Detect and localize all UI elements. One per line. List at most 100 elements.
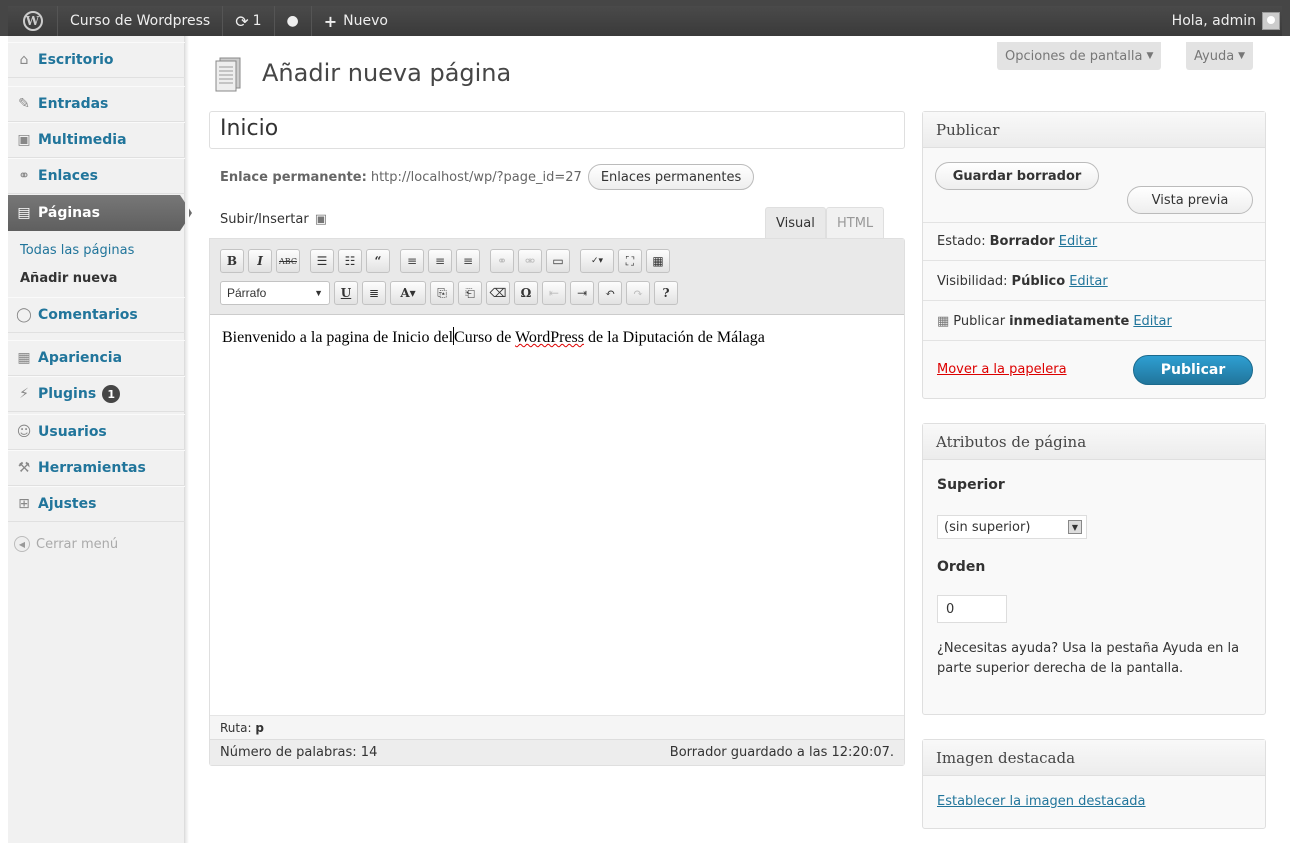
wordpress-logo-button[interactable]: W <box>8 6 58 36</box>
parent-label: Superior <box>937 477 1005 493</box>
sidebar-item-ajustes[interactable]: ⊞ Ajustes <box>8 486 185 522</box>
screen-options-button[interactable]: Opciones de pantalla ▼ <box>997 42 1162 70</box>
tab-visual[interactable]: Visual <box>765 207 826 239</box>
sidebar-item-paginas[interactable]: ▤ Páginas <box>8 195 192 231</box>
editor-content[interactable]: Bienvenido a la pagina de Inicio delCurs… <box>222 327 765 347</box>
sidebar-item-herramientas[interactable]: ⚒ Herramientas <box>8 450 185 486</box>
word-count: Número de palabras: 14 <box>220 745 378 760</box>
sidebar-item-label: Apariencia <box>38 350 123 366</box>
sidebar-item-entradas[interactable]: ✎ Entradas <box>8 86 185 122</box>
avatar-icon <box>1262 12 1280 30</box>
publish-box: Publicar Guardar borrador Vista previa E… <box>922 111 1266 399</box>
sidebar-item-multimedia[interactable]: ▣ Multimedia <box>8 122 185 158</box>
content-text-after: de la Diputación de Málaga <box>584 329 765 346</box>
edit-status-link[interactable]: Editar <box>1059 234 1098 249</box>
sidebar-item-comentarios[interactable]: ◯ Comentarios <box>8 297 185 333</box>
refresh-icon: ⟳ <box>235 11 249 31</box>
align-right-icon[interactable]: ≡ <box>456 249 480 273</box>
fullscreen-icon[interactable]: ⛶ <box>618 249 642 273</box>
settings-icon: ⊞ <box>18 496 30 512</box>
spellcheck-icon[interactable]: ✓▾ <box>580 249 614 273</box>
strikethrough-button[interactable]: ABC <box>276 249 300 273</box>
underline-button[interactable]: U <box>334 281 358 305</box>
order-input[interactable]: 0 <box>937 595 1007 623</box>
insert-link-icon[interactable]: ⚭ <box>490 249 514 273</box>
kitchen-sink-icon[interactable]: ▦ <box>646 249 670 273</box>
collapse-menu-button[interactable]: ◀ Cerrar menú <box>14 536 118 552</box>
text-color-icon[interactable]: A▾ <box>390 281 426 305</box>
new-content-button[interactable]: + Nuevo <box>312 6 400 36</box>
collapse-arrow-icon: ◀ <box>14 536 30 552</box>
help-text: ¿Necesitas ayuda? Usa la pestaña Ayuda e… <box>937 641 1240 676</box>
special-char-icon[interactable]: Ω <box>514 281 538 305</box>
updates-button[interactable]: ⟳ 1 <box>223 6 275 36</box>
dashboard-icon: ⌂ <box>19 52 29 68</box>
content-text-mid: Curso de <box>454 329 516 346</box>
help-icon[interactable]: ? <box>654 281 678 305</box>
more-tag-icon[interactable]: ▭ <box>546 249 570 273</box>
add-media-icon[interactable]: ▣ <box>315 212 327 227</box>
admin-bar: W Curso de Wordpress ⟳ 1 ● + Nuevo Hola,… <box>0 0 1290 36</box>
paste-word-icon[interactable]: ⎗ <box>458 281 482 305</box>
status-row: Estado: Borrador Editar <box>937 234 1097 249</box>
users-icon: ☺ <box>16 424 32 440</box>
move-to-trash-link[interactable]: Mover a la papelera <box>937 362 1067 377</box>
publish-button[interactable]: Publicar <box>1133 355 1253 385</box>
align-center-icon[interactable]: ≡ <box>428 249 452 273</box>
bold-button[interactable]: B <box>220 249 244 273</box>
updates-count: 1 <box>252 13 262 29</box>
save-draft-button[interactable]: Guardar borrador <box>935 162 1099 190</box>
unlink-icon[interactable]: ⚮ <box>518 249 542 273</box>
comments-button[interactable]: ● <box>275 6 312 36</box>
bullet-list-icon[interactable]: ☰ <box>310 249 334 273</box>
paste-text-icon[interactable]: ⎘ <box>430 281 454 305</box>
preview-button[interactable]: Vista previa <box>1127 186 1253 214</box>
page-attributes-title[interactable]: Atributos de página <box>923 424 1265 460</box>
align-left-icon[interactable]: ≡ <box>400 249 424 273</box>
site-name-link[interactable]: Curso de Wordpress <box>58 6 224 36</box>
tab-html[interactable]: HTML <box>826 207 885 239</box>
sidebar-item-escritorio[interactable]: ⌂ Escritorio <box>8 42 185 78</box>
edit-visibility-link[interactable]: Editar <box>1069 274 1108 289</box>
help-label: Ayuda <box>1194 48 1235 64</box>
submenu-all-pages[interactable]: Todas las páginas <box>20 243 134 258</box>
wordpress-logo-icon: W <box>22 11 43 31</box>
account-menu[interactable]: Hola, admin <box>1172 12 1282 30</box>
indent-icon[interactable]: ⇥ <box>570 281 594 305</box>
path-label: Ruta: <box>220 721 252 735</box>
italic-button[interactable]: I <box>248 249 272 273</box>
parent-select[interactable]: (sin superior) ▼ <box>937 515 1087 539</box>
submenu-add-new[interactable]: Añadir nueva <box>20 271 117 286</box>
set-featured-image-link[interactable]: Establecer la imagen destacada <box>937 794 1146 809</box>
post-title-input[interactable]: Inicio <box>209 111 905 149</box>
path-value[interactable]: p <box>255 721 264 735</box>
format-select[interactable]: Párrafo ▼ <box>220 281 330 305</box>
upload-insert[interactable]: Subir/Insertar ▣ <box>220 212 327 227</box>
undo-icon[interactable]: ↶ <box>598 281 622 305</box>
redo-icon[interactable]: ↷ <box>626 281 650 305</box>
comments-icon: ◯ <box>16 307 32 323</box>
sidebar-item-apariencia[interactable]: ▦ Apariencia <box>8 340 185 376</box>
misspelled-word: WordPress <box>515 329 585 346</box>
justify-icon[interactable]: ≣ <box>362 281 386 305</box>
sidebar-item-usuarios[interactable]: ☺ Usuarios <box>8 414 185 450</box>
page-attributes-box: Atributos de página Superior (sin superi… <box>922 423 1266 715</box>
publish-box-title[interactable]: Publicar <box>923 112 1265 148</box>
sidebar-item-label: Usuarios <box>38 424 107 440</box>
featured-image-title[interactable]: Imagen destacada <box>923 740 1265 776</box>
dropdown-arrow-icon: ▼ <box>1238 51 1246 61</box>
sidebar-item-plugins[interactable]: ⚡ Plugins 1 <box>8 376 185 412</box>
help-button[interactable]: Ayuda ▼ <box>1186 42 1254 70</box>
parent-select-value: (sin superior) <box>944 519 1031 535</box>
edit-schedule-link[interactable]: Editar <box>1133 314 1172 329</box>
numbered-list-icon[interactable]: ☷ <box>338 249 362 273</box>
chevron-down-icon: ▼ <box>314 288 323 298</box>
outdent-icon[interactable]: ⇤ <box>542 281 566 305</box>
calendar-icon: ▦ <box>937 314 950 329</box>
permalinks-button[interactable]: Enlaces permanentes <box>587 164 755 190</box>
permalink-row: Enlace permanente: http://localhost/wp/?… <box>220 164 755 190</box>
chevron-down-icon: ▼ <box>1068 520 1082 534</box>
sidebar-item-enlaces[interactable]: ⚭ Enlaces <box>8 158 185 194</box>
clear-format-icon[interactable]: ⌫ <box>486 281 510 305</box>
blockquote-icon[interactable]: “ <box>366 249 390 273</box>
